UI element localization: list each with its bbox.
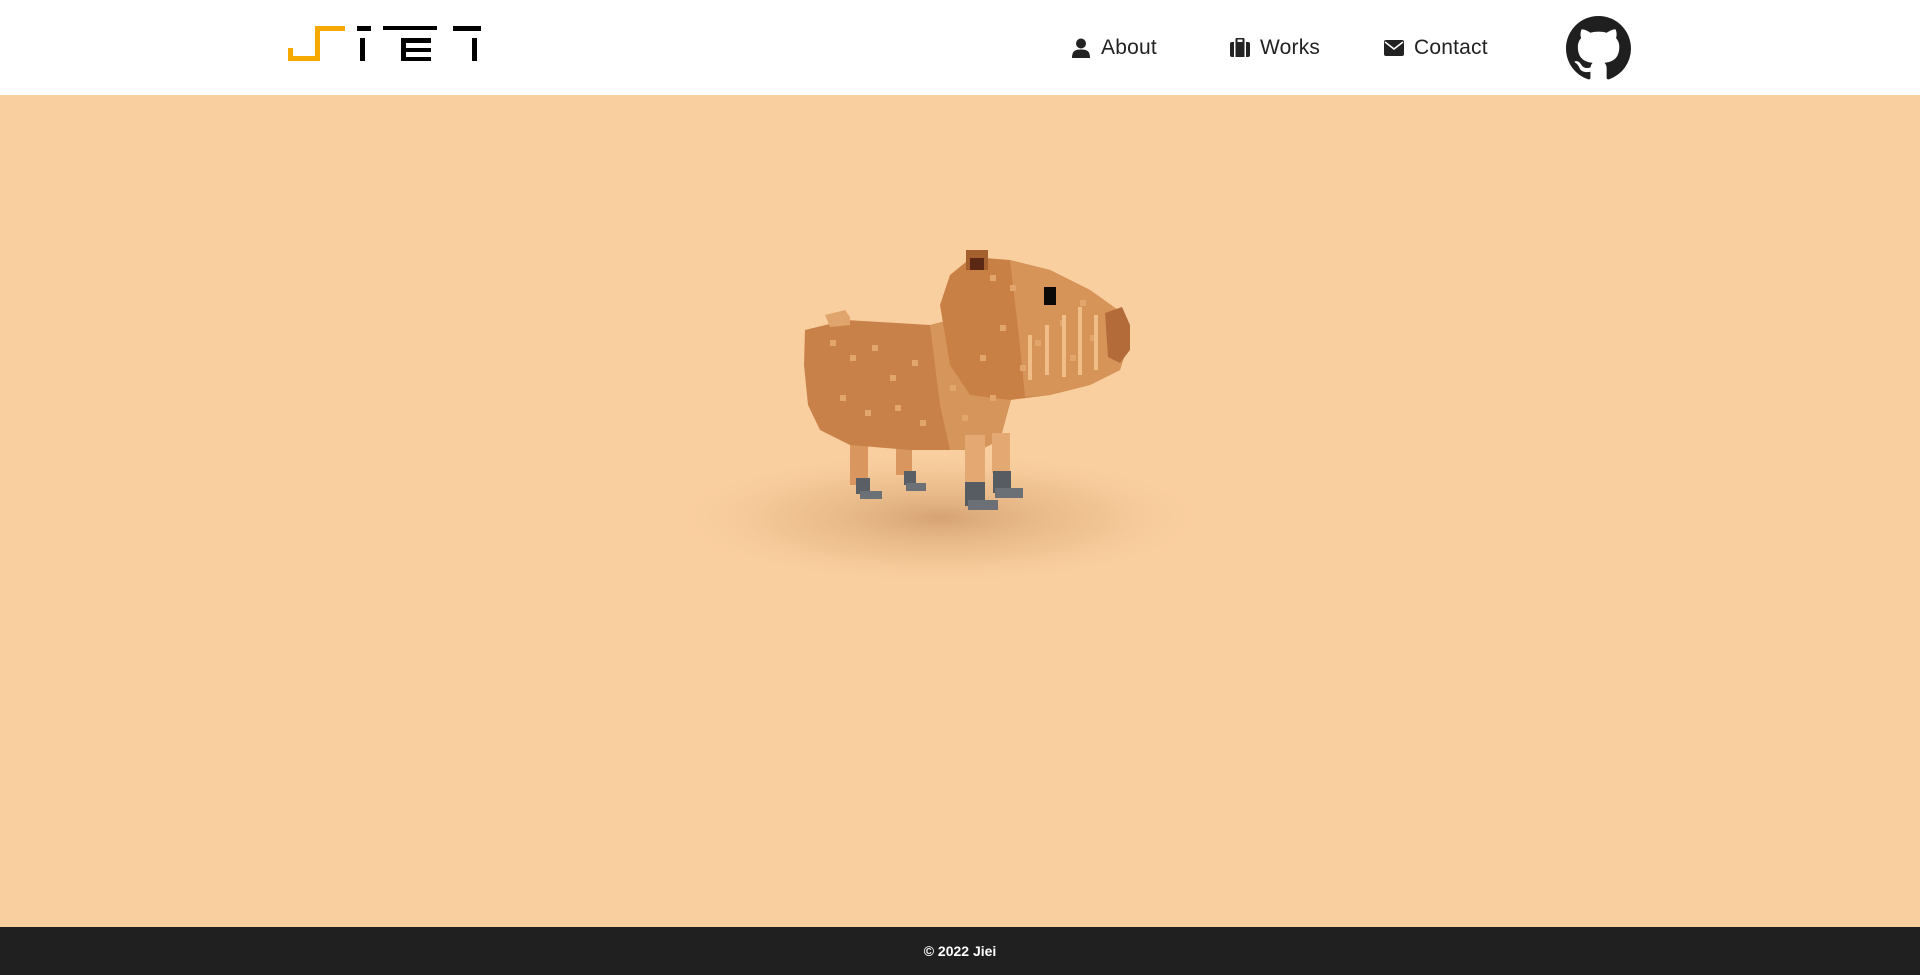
- nav-contact-label: Contact: [1414, 35, 1488, 59]
- site-footer: © 2022 Jiei: [0, 927, 1920, 975]
- nav-about-label: About: [1101, 35, 1157, 59]
- capybara-voxel-model[interactable]: [650, 245, 1250, 695]
- github-link[interactable]: [1566, 16, 1631, 81]
- site-header: About Works Contact: [0, 0, 1920, 95]
- nav-about[interactable]: About: [1071, 0, 1157, 95]
- main-stage: [0, 95, 1920, 927]
- logo-wordmark: [288, 26, 481, 61]
- nav-contact[interactable]: Contact: [1384, 0, 1488, 95]
- nav-works-label: Works: [1260, 35, 1321, 59]
- github-icon: [1566, 16, 1631, 80]
- site-logo[interactable]: [287, 24, 483, 64]
- user-icon: [1071, 38, 1091, 58]
- nav-works[interactable]: Works: [1230, 0, 1320, 95]
- envelope-icon: [1384, 38, 1404, 58]
- footer-copyright: © 2022 Jiei: [923, 943, 997, 959]
- briefcase-icon: [1230, 38, 1250, 58]
- model-shadow: [665, 448, 1215, 588]
